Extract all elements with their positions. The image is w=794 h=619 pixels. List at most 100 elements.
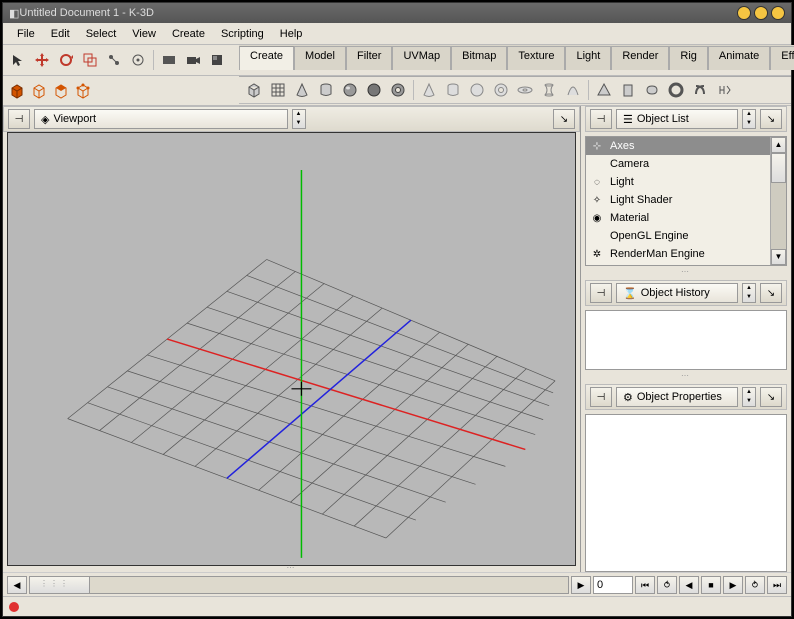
tab-texture[interactable]: Texture: [507, 46, 565, 70]
list-item-light-shader[interactable]: ✧Light Shader: [586, 191, 770, 209]
timeline-track[interactable]: ⋮⋮⋮: [29, 576, 569, 594]
panel-pin-button[interactable]: ⊣: [590, 109, 612, 129]
tab-model[interactable]: Model: [294, 46, 346, 70]
menu-help[interactable]: Help: [272, 26, 311, 42]
cube-wire-icon[interactable]: [29, 81, 49, 101]
panel-options-button[interactable]: ↘: [553, 109, 575, 129]
timeline-thumb[interactable]: ⋮⋮⋮: [30, 577, 90, 593]
parent-tool[interactable]: [103, 49, 125, 71]
play-reverse-button[interactable]: ◀: [679, 576, 699, 594]
viewport-spinner[interactable]: ▲▼: [292, 109, 306, 129]
menu-create[interactable]: Create: [164, 26, 213, 42]
object-list-selector[interactable]: ☰ Object List: [616, 109, 738, 129]
play-button[interactable]: ▶: [723, 576, 743, 594]
play-loop-button[interactable]: ⥁: [745, 576, 765, 594]
drag-handle[interactable]: ⋯: [585, 270, 787, 276]
separator: [588, 80, 589, 100]
cube-vertex-icon[interactable]: [73, 81, 93, 101]
create-poly-ring-icon[interactable]: [665, 79, 687, 101]
cube-solid-icon[interactable]: [7, 81, 27, 101]
panel-pin-button[interactable]: ⊣: [590, 387, 612, 407]
main-toolbar: [3, 45, 239, 75]
timeline-scroll-left[interactable]: ◀: [7, 576, 27, 594]
tab-rig[interactable]: Rig: [669, 46, 708, 70]
scroll-down-button[interactable]: ▼: [771, 249, 786, 265]
panel-pin-button[interactable]: ⊣: [8, 109, 30, 129]
create-poly-cyl-icon[interactable]: [617, 79, 639, 101]
create-nurbs-sphere-icon[interactable]: [466, 79, 488, 101]
create-nurbs-torus-icon[interactable]: [490, 79, 512, 101]
titlebar[interactable]: ◧ Untitled Document 1 - K-3D: [3, 3, 791, 23]
create-sphere2-icon[interactable]: [363, 79, 385, 101]
tab-animate[interactable]: Animate: [708, 46, 770, 70]
scroll-up-button[interactable]: ▲: [771, 137, 786, 153]
create-nurbs-cyl-icon[interactable]: [442, 79, 464, 101]
list-item-renderman[interactable]: ✲RenderMan Engine: [586, 245, 770, 263]
tab-render[interactable]: Render: [611, 46, 669, 70]
tab-light[interactable]: Light: [565, 46, 611, 70]
create-torus-icon[interactable]: [387, 79, 409, 101]
create-text-icon[interactable]: [713, 79, 735, 101]
rewind-button[interactable]: ⏮: [635, 576, 655, 594]
object-properties-spinner[interactable]: ▲▼: [742, 387, 756, 407]
viewport-canvas[interactable]: [7, 132, 576, 566]
create-hyperboloid-icon[interactable]: [538, 79, 560, 101]
menu-view[interactable]: View: [124, 26, 164, 42]
viewport-selector[interactable]: ◈ Viewport: [34, 109, 288, 129]
create-paraboloid-icon[interactable]: [562, 79, 584, 101]
rotate-tool[interactable]: [55, 49, 77, 71]
list-item-material[interactable]: ◉Material: [586, 209, 770, 227]
create-poly-cone-icon[interactable]: [593, 79, 615, 101]
move-tool[interactable]: [31, 49, 53, 71]
render-preview-tool[interactable]: [158, 49, 180, 71]
list-item-opengl[interactable]: OpenGL Engine: [586, 227, 770, 245]
tab-effects[interactable]: Effects: [770, 46, 794, 70]
panel-options-button[interactable]: ↘: [760, 109, 782, 129]
drag-handle[interactable]: ⋯: [585, 374, 787, 380]
panel-pin-button[interactable]: ⊣: [590, 283, 612, 303]
panel-options-button[interactable]: ↘: [760, 387, 782, 407]
create-knot-icon[interactable]: [689, 79, 711, 101]
menu-scripting[interactable]: Scripting: [213, 26, 272, 42]
create-grid-icon[interactable]: [267, 79, 289, 101]
close-button[interactable]: [771, 6, 785, 20]
scroll-thumb[interactable]: [771, 153, 786, 183]
menu-edit[interactable]: Edit: [43, 26, 78, 42]
object-properties-selector[interactable]: ⚙ Object Properties: [616, 387, 738, 407]
camera-tool[interactable]: [182, 49, 204, 71]
object-history-selector[interactable]: ⌛ Object History: [616, 283, 738, 303]
list-scrollbar[interactable]: ▲ ▼: [770, 137, 786, 265]
menu-select[interactable]: Select: [78, 26, 125, 42]
pointer-tool[interactable]: [7, 49, 29, 71]
tab-bitmap[interactable]: Bitmap: [451, 46, 507, 70]
list-item-light[interactable]: ◌Light: [586, 173, 770, 191]
tab-create[interactable]: Create: [239, 46, 294, 70]
minimize-button[interactable]: [737, 6, 751, 20]
create-cylinder-icon[interactable]: [315, 79, 337, 101]
scale-tool[interactable]: [79, 49, 101, 71]
create-disk-icon[interactable]: [514, 79, 536, 101]
record-indicator[interactable]: [9, 602, 19, 612]
create-cube-icon[interactable]: [243, 79, 265, 101]
render-tool[interactable]: [206, 49, 228, 71]
frame-input[interactable]: [593, 576, 633, 594]
stop-button[interactable]: ■: [701, 576, 721, 594]
maximize-button[interactable]: [754, 6, 768, 20]
snap-tool[interactable]: [127, 49, 149, 71]
list-item-camera[interactable]: Camera: [586, 155, 770, 173]
panel-options-button[interactable]: ↘: [760, 283, 782, 303]
create-cone-icon[interactable]: [291, 79, 313, 101]
create-sphere-icon[interactable]: [339, 79, 361, 101]
create-poly-torus-icon[interactable]: [641, 79, 663, 101]
object-list-spinner[interactable]: ▲▼: [742, 109, 756, 129]
object-history-spinner[interactable]: ▲▼: [742, 283, 756, 303]
fast-forward-button[interactable]: ⏭: [767, 576, 787, 594]
timeline-scroll-right[interactable]: ▶: [571, 576, 591, 594]
tab-uvmap[interactable]: UVMap: [392, 46, 451, 70]
play-reverse-loop-button[interactable]: ⥀: [657, 576, 677, 594]
tab-filter[interactable]: Filter: [346, 46, 392, 70]
list-item-axes[interactable]: ⊹Axes: [586, 137, 770, 155]
cube-face-icon[interactable]: [51, 81, 71, 101]
create-nurbs-cone-icon[interactable]: [418, 79, 440, 101]
menu-file[interactable]: File: [9, 26, 43, 42]
